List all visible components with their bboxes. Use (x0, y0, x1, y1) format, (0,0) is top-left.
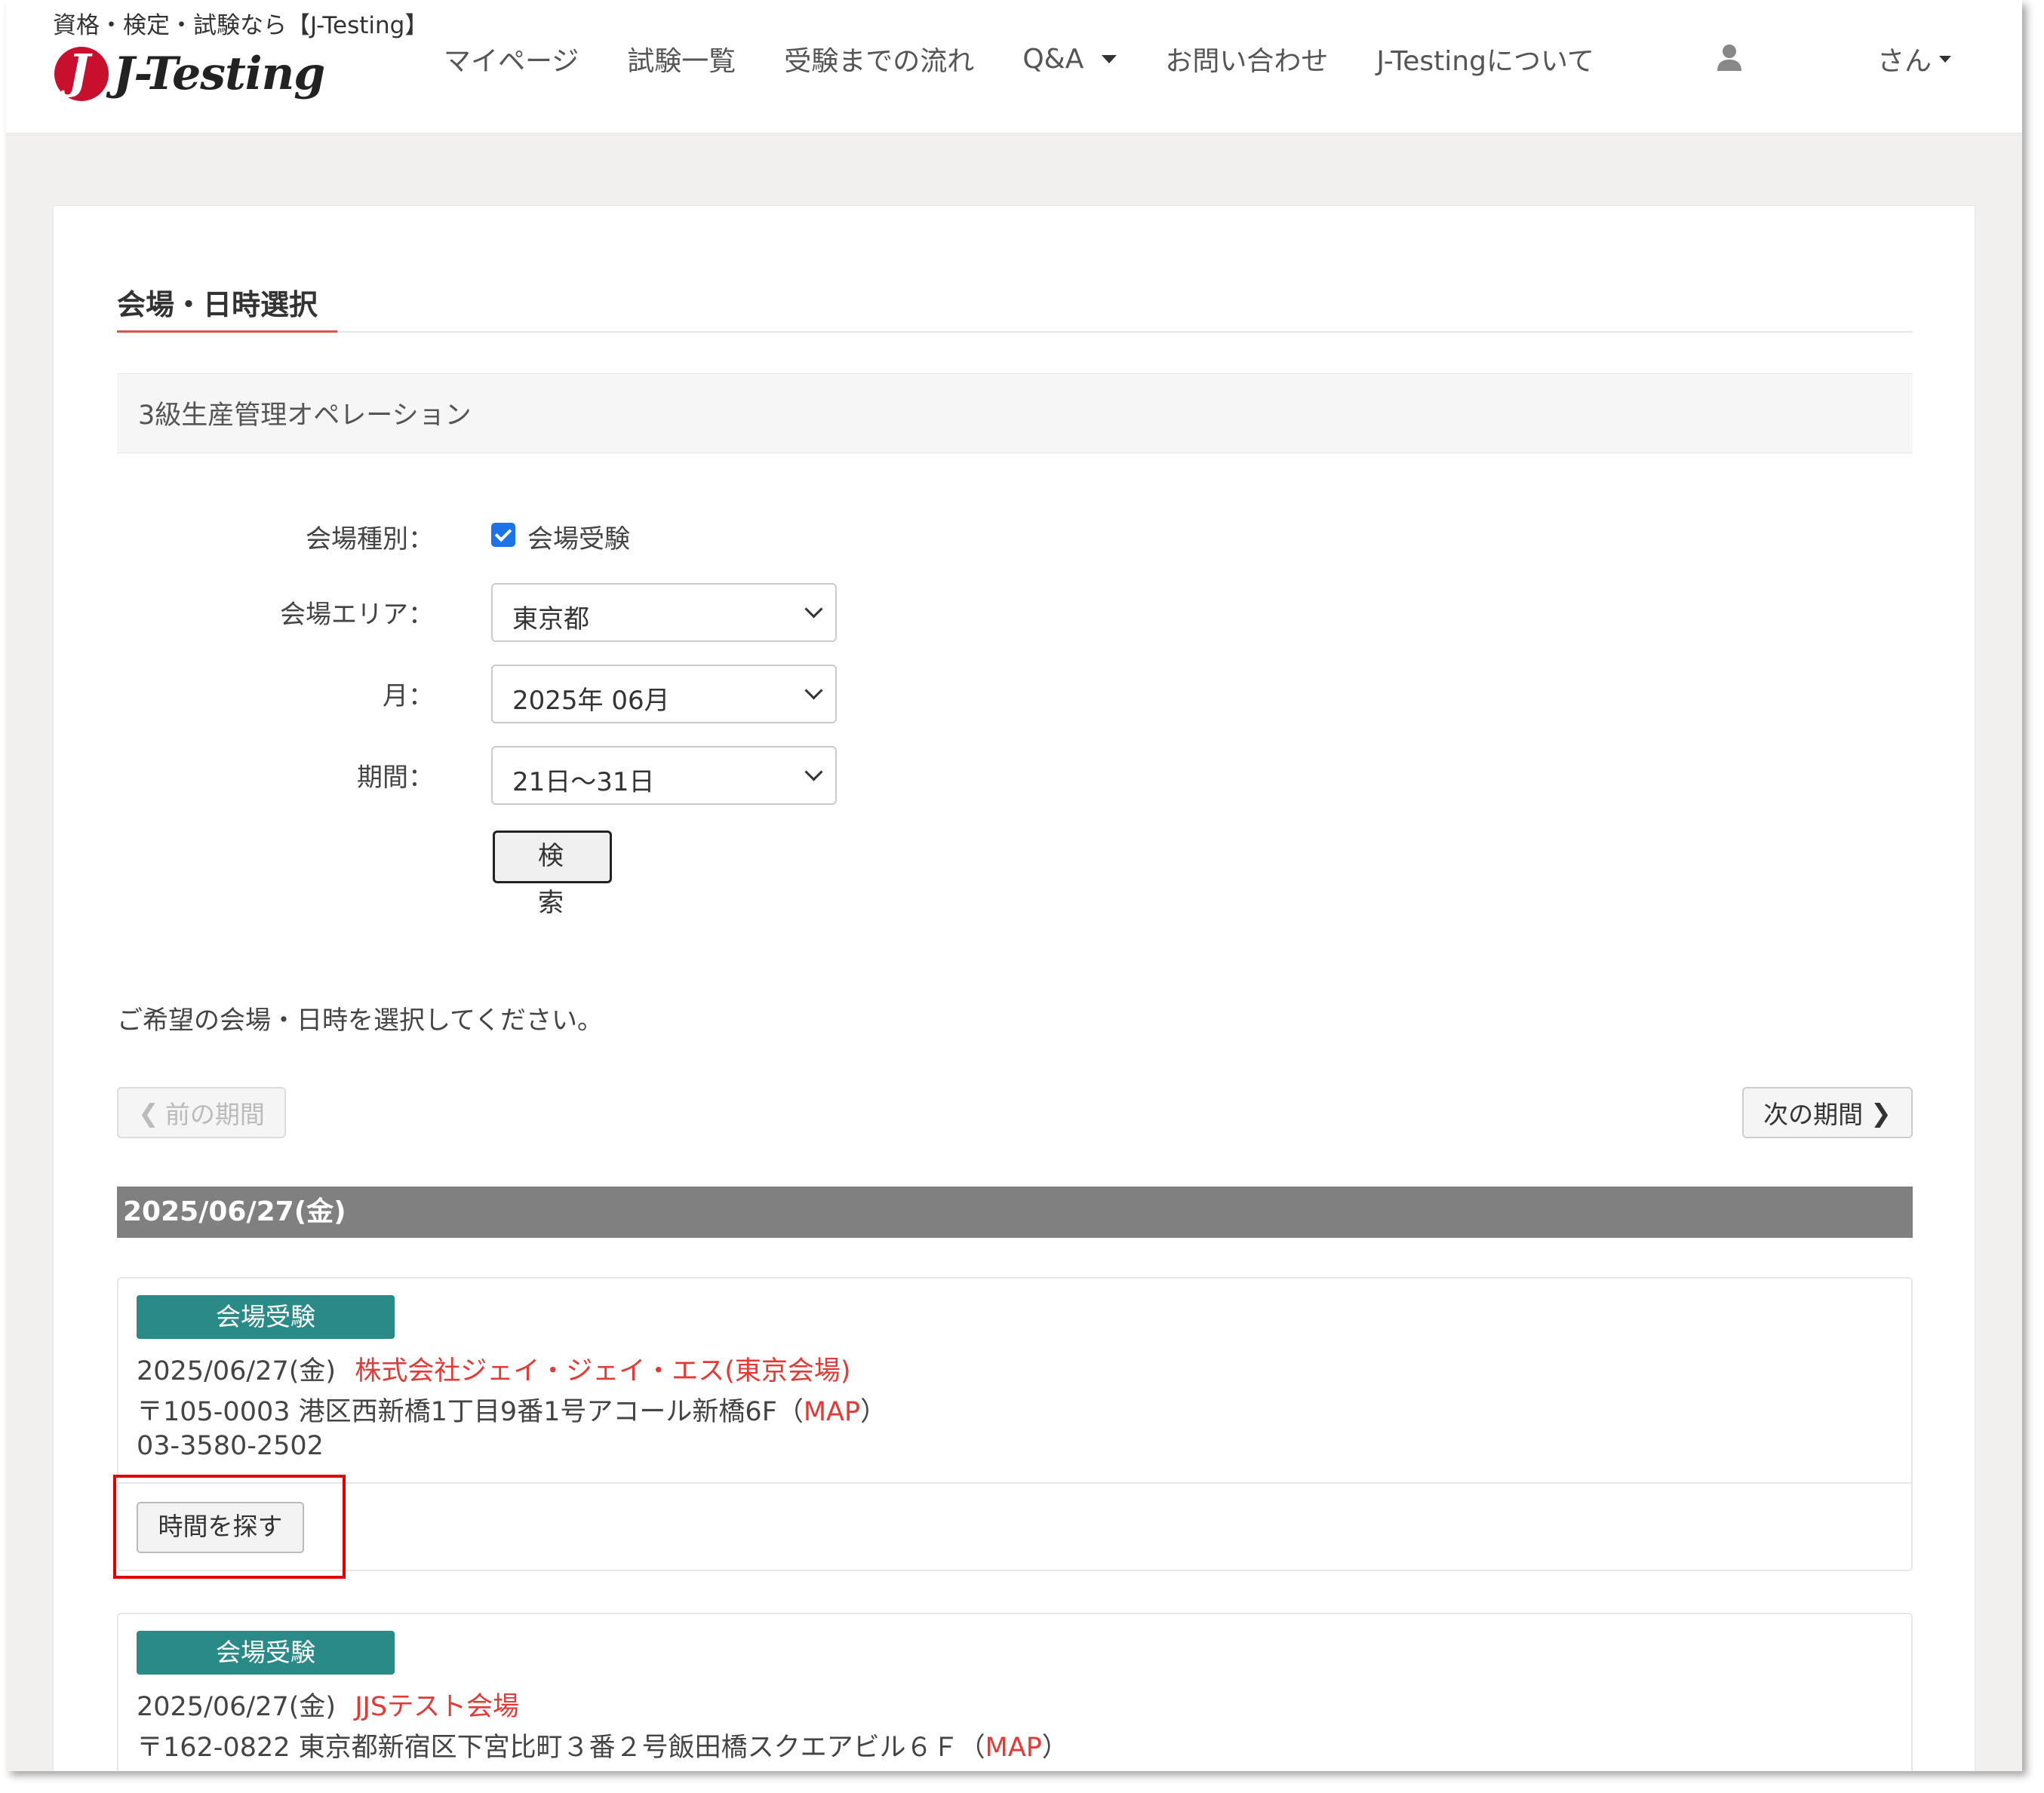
area-label: 会場エリア： (280, 600, 434, 630)
nav-exam-list[interactable]: 試験一覧 (627, 39, 736, 78)
annotation-highlight-box (113, 1475, 346, 1579)
venue-date: 2025/06/27(金) (137, 1356, 337, 1386)
nav-qa-label: Q&A (1022, 43, 1084, 75)
caret-down-icon (1102, 54, 1117, 63)
venue-name-link[interactable]: 株式会社ジェイ・ジェイ・エス(東京会場) (355, 1356, 850, 1386)
venue-address-line: 〒105-0003 港区西新橋1丁目9番1号アコール新橋6F（MAP） (137, 1390, 887, 1429)
nav-qa[interactable]: Q&A (1022, 39, 1117, 78)
map-close-paren: ） (1041, 1733, 1068, 1763)
nav-mypage[interactable]: マイページ (444, 39, 579, 78)
chevron-down-icon (804, 763, 823, 781)
month-select[interactable]: 2025年 06月 (491, 665, 837, 723)
venue-date: 2025/06/27(金) (137, 1692, 337, 1722)
prev-period-label: 前の期間 (164, 1100, 265, 1129)
chevron-down-icon (804, 600, 823, 619)
venue-address: 〒105-0003 港区西新橋1丁目9番1号アコール新橋6F (137, 1397, 777, 1427)
caret-down-icon (1939, 55, 1952, 63)
chevron-right-icon: ❯ (1870, 1098, 1892, 1128)
venue-type-badge: 会場受験 (137, 1295, 395, 1339)
period-label: 期間： (357, 763, 434, 793)
site-logo[interactable]: J-Testing (54, 44, 325, 104)
map-open-paren: （ (776, 1397, 804, 1427)
date-header: 2025/06/27(金) (117, 1187, 1913, 1238)
month-label: 月： (383, 681, 434, 711)
map-link[interactable]: MAP (804, 1397, 860, 1427)
logo-text: J-Testing (113, 48, 325, 100)
user-icon[interactable] (1714, 42, 1744, 72)
site-header: 資格・検定・試験なら【J-Testing】 J-Testing マイページ 試験… (6, 0, 2022, 134)
venue-phone: 03-3580-2502 (137, 1431, 324, 1461)
venue-type-label: 会場種別： (306, 524, 434, 554)
title-divider (117, 331, 1913, 333)
chevron-down-icon (804, 681, 823, 700)
venue-date-name-line: 2025/06/27(金) 株式会社ジェイ・ジェイ・エス(東京会場) (137, 1349, 851, 1388)
page-title: 会場・日時選択 (117, 288, 318, 321)
venue-address-line: 〒162-0822 東京都新宿区下宮比町３番２号飯田橋スクエアビル６Ｆ（MAP） (137, 1726, 1068, 1764)
venue-address: 〒162-0822 東京都新宿区下宮比町３番２号飯田橋スクエアビル６Ｆ (137, 1733, 959, 1763)
venue-date-name-line: 2025/06/27(金) JJSテスト会場 (137, 1685, 519, 1724)
next-period-label: 次の期間 (1763, 1100, 1864, 1129)
nav-flow[interactable]: 受験までの流れ (784, 39, 974, 78)
venue-type-option-label[interactable]: 会場受験 (527, 518, 630, 555)
site-tagline: 資格・検定・試験なら【J-Testing】 (53, 12, 429, 39)
card-divider (118, 1482, 1911, 1484)
map-link[interactable]: MAP (985, 1733, 1042, 1763)
venue-name-link[interactable]: JJSテスト会場 (355, 1692, 519, 1722)
period-select[interactable]: 21日～31日 (491, 746, 837, 805)
user-menu[interactable]: さん (1877, 39, 1952, 78)
exam-name: 3級生産管理オペレーション (138, 401, 472, 431)
next-period-button[interactable]: 次の期間 ❯ (1742, 1087, 1913, 1138)
area-select-value: 東京都 (512, 604, 589, 634)
nav-about[interactable]: J-Testingについて (1376, 39, 1594, 78)
map-open-paren: （ (958, 1733, 985, 1763)
month-select-value: 2025年 06月 (512, 686, 670, 716)
venue-type-checkbox[interactable] (491, 523, 515, 547)
prev-period-button[interactable]: ❮ 前の期間 (117, 1087, 286, 1138)
browser-viewport: 資格・検定・試験なら【J-Testing】 J-Testing マイページ 試験… (6, 0, 2022, 1771)
venue-type-badge: 会場受験 (137, 1631, 395, 1675)
map-close-paren: ） (860, 1397, 887, 1427)
title-accent-underline (117, 330, 337, 333)
venue-card: 会場受験 2025/06/27(金) JJSテスト会場 〒162-0822 東京… (117, 1613, 1913, 1771)
main-nav: マイページ 試験一覧 受験までの流れ Q&A お問い合わせ J-Testingに… (444, 39, 1643, 78)
nav-contact[interactable]: お問い合わせ (1165, 39, 1328, 78)
venue-card: 会場受験 2025/06/27(金) 株式会社ジェイ・ジェイ・エス(東京会場) … (117, 1277, 1913, 1571)
search-button[interactable]: 検 索 (493, 830, 612, 918)
period-select-value: 21日～31日 (512, 767, 655, 797)
chevron-left-icon: ❮ (138, 1098, 159, 1128)
exam-info-box: 3級生産管理オペレーション (117, 373, 1913, 453)
user-name: さん (1877, 46, 1932, 77)
logo-mark-icon (54, 44, 109, 101)
area-select[interactable]: 東京都 (491, 583, 837, 642)
instruction-text: ご希望の会場・日時を選択してください。 (117, 1005, 603, 1036)
